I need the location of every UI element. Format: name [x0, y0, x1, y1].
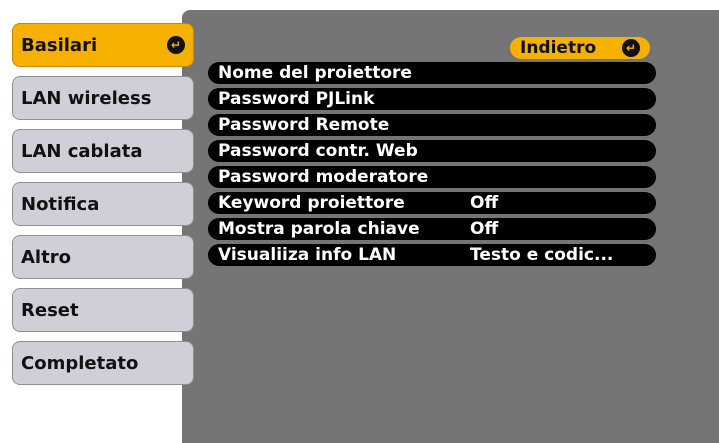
sidebar-item-lan-wireless[interactable]: LAN wireless [12, 76, 194, 120]
menu-row-label: Mostra parola chiave [218, 219, 420, 239]
sidebar-item-label: Notifica [21, 193, 100, 215]
sidebar-item-label: Altro [21, 246, 71, 268]
menu-row-password-contr-web[interactable]: Password contr. Web [208, 140, 656, 162]
menu-row-value: Testo e codic... [470, 245, 614, 265]
menu-row-value: Off [470, 219, 499, 239]
sidebar-item-reset[interactable]: Reset [12, 288, 194, 332]
menu-row-label: Visualiiza info LAN [218, 245, 397, 265]
back-button-label: Indietro [520, 38, 597, 58]
menu-row-password-moderatore[interactable]: Password moderatore [208, 166, 656, 188]
sidebar-item-label: LAN wireless [21, 87, 152, 109]
sidebar-item-basilari[interactable]: Basilari ↵ [12, 23, 194, 67]
menu-row-label: Password Remote [218, 115, 390, 135]
sidebar-item-label: Reset [21, 299, 79, 321]
sidebar-item-altro[interactable]: Altro [12, 235, 194, 279]
enter-icon: ↵ [167, 36, 185, 54]
menu-row-label: Password contr. Web [218, 141, 418, 161]
menu-row-label: Nome del proiettore [218, 63, 412, 83]
menu-row-keyword-proiettore[interactable]: Keyword proiettore Off [208, 192, 656, 214]
menu-row-mostra-parola-chiave[interactable]: Mostra parola chiave Off [208, 218, 656, 240]
menu-row-value: Off [470, 193, 499, 213]
sidebar-item-notifica[interactable]: Notifica [12, 182, 194, 226]
sidebar-item-label: Completato [21, 352, 139, 374]
menu-row-visualizza-info-lan[interactable]: Visualiiza info LAN Testo e codic... [208, 244, 656, 266]
sidebar-item-completato[interactable]: Completato [12, 341, 194, 385]
menu-row-password-pjlink[interactable]: Password PJLink [208, 88, 656, 110]
menu-row-password-remote[interactable]: Password Remote [208, 114, 656, 136]
menu-row-label: Password moderatore [218, 167, 429, 187]
back-button[interactable]: Indietro ↵ [510, 37, 650, 59]
enter-icon: ↵ [622, 39, 640, 57]
sidebar-item-label: Basilari [21, 34, 98, 56]
sidebar-item-label: LAN cablata [21, 140, 143, 162]
sidebar-item-lan-cablata[interactable]: LAN cablata [12, 129, 194, 173]
menu-row-nome-proiettore[interactable]: Nome del proiettore [208, 62, 656, 84]
menu-row-label: Keyword proiettore [218, 193, 405, 213]
menu-row-label: Password PJLink [218, 89, 375, 109]
